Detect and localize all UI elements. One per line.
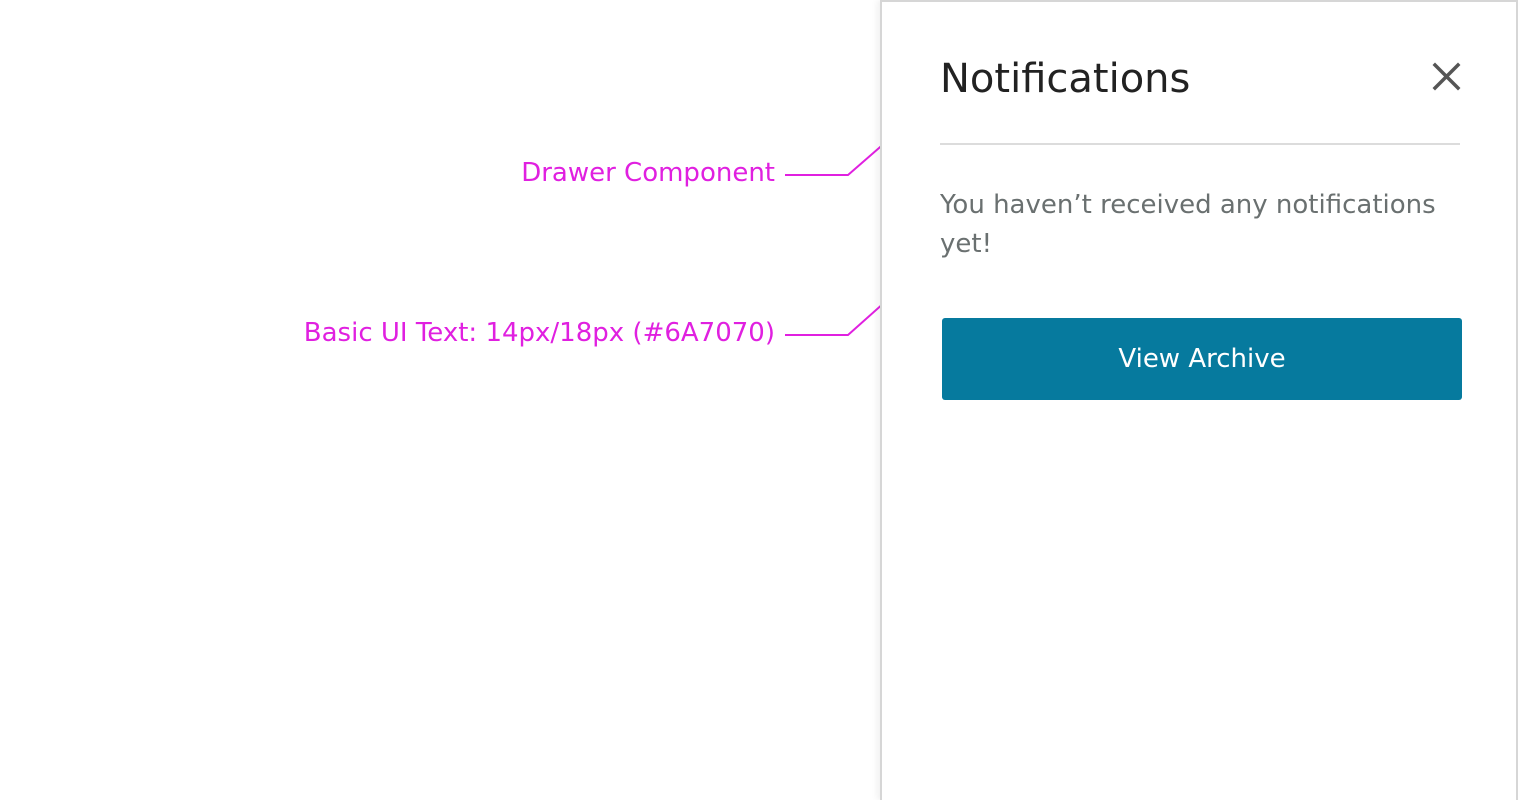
drawer-title: Notifications — [940, 56, 1191, 102]
empty-state-message: You haven’t received any notifications y… — [940, 190, 1436, 259]
annotation-drawer-component: Drawer Component — [521, 158, 775, 188]
annotation-basic-ui-text: Basic UI Text: 14px/18px (#6A7070) — [303, 318, 775, 348]
view-archive-button[interactable]: View Archive — [942, 318, 1462, 400]
close-icon — [1432, 62, 1461, 91]
canvas: Drawer Component Basic UI Text: 14px/18p… — [0, 0, 1520, 800]
close-button[interactable] — [1420, 52, 1472, 100]
divider — [940, 143, 1460, 145]
notifications-drawer: Notifications You haven’t received any n… — [880, 0, 1518, 800]
